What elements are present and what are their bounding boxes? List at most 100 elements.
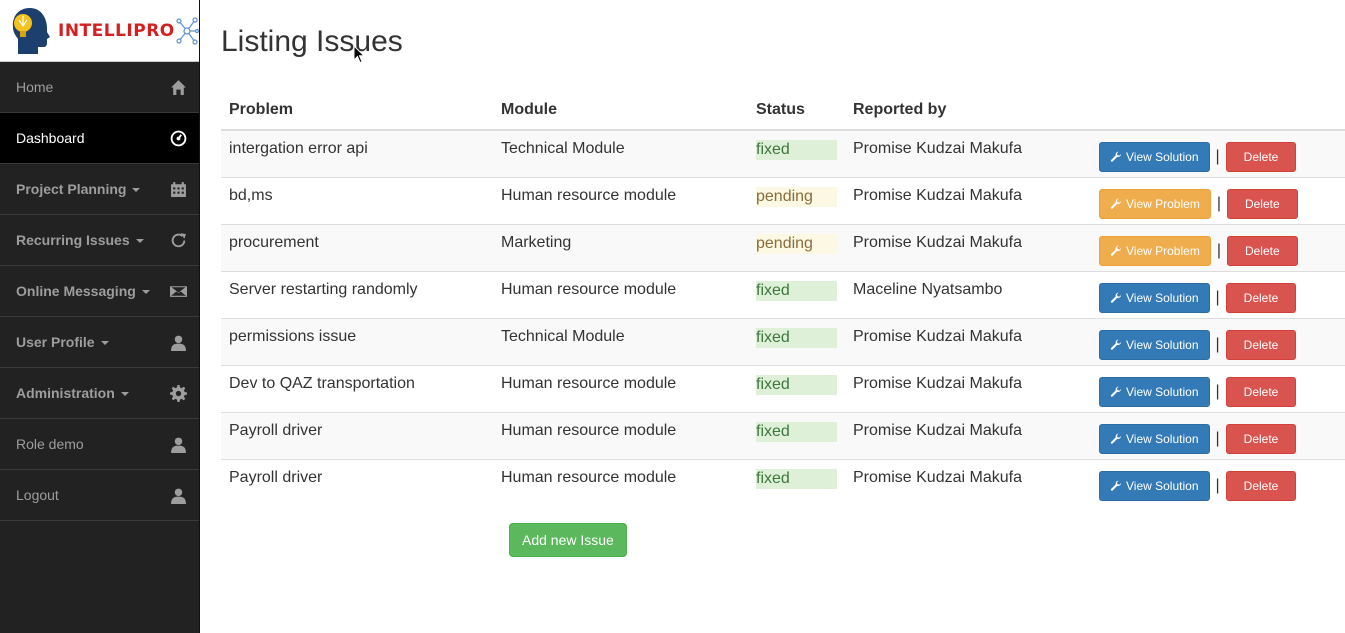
table-row: Payroll driver Human resource module fixed… — [221, 458, 1345, 506]
issues-table-body: intergation error api Technical Module fix… — [221, 129, 1345, 506]
wrench-icon — [1110, 480, 1121, 491]
brand-name: INTELLIPRO — [58, 20, 175, 41]
user-icon — [169, 333, 187, 351]
delete-button[interactable]: Delete — [1225, 283, 1297, 313]
cell-actions: View Solution | Delete — [1091, 364, 1345, 412]
mouse-cursor-icon — [353, 45, 365, 64]
sidebar-item-user-profile[interactable]: User Profile — [0, 317, 199, 368]
view-problem-button[interactable]: View Problem — [1099, 189, 1211, 219]
calendar-icon — [169, 180, 187, 198]
sidebar-item-label: Logout — [16, 487, 59, 503]
cell-status: fixed — [748, 458, 845, 506]
cell-status: pending — [748, 176, 845, 224]
sidebar-item-text: Logout — [16, 487, 59, 503]
row-actions: View Solution | Delete — [1099, 417, 1337, 454]
delete-button[interactable]: Delete — [1225, 424, 1297, 454]
sidebar-item-text: Administration — [16, 385, 115, 401]
cell-reported-by: Promise Kudzai Makufa — [845, 458, 1091, 506]
cell-actions: View Solution | Delete — [1091, 270, 1345, 318]
wrench-icon — [1110, 245, 1121, 256]
sidebar-item-dashboard[interactable]: Dashboard — [0, 113, 199, 164]
caret-down-icon — [135, 239, 144, 244]
cell-status: pending — [748, 223, 845, 271]
cell-reported-by: Promise Kudzai Makufa — [845, 129, 1091, 177]
main-content: Listing Issues Problem Module Status Rep… — [221, 0, 1345, 506]
view-solution-button[interactable]: View Solution — [1099, 424, 1210, 454]
view-solution-button[interactable]: View Solution — [1099, 330, 1210, 360]
add-new-issue-button[interactable]: Add new Issue — [509, 523, 627, 557]
sidebar-item-project-planning[interactable]: Project Planning — [0, 164, 199, 215]
wrench-icon — [1110, 151, 1121, 162]
cell-status: fixed — [748, 317, 845, 365]
sidebar-item-text: Project Planning — [16, 181, 127, 197]
sidebar-item-home[interactable]: Home — [0, 62, 199, 113]
network-icon — [176, 16, 199, 45]
sidebar-item-online-messaging[interactable]: Online Messaging — [0, 266, 199, 317]
wrench-icon — [1110, 198, 1121, 209]
status-badge: fixed — [756, 140, 837, 160]
delete-button[interactable]: Delete — [1226, 189, 1298, 219]
button-label: View Problem — [1126, 244, 1200, 258]
brand-logo[interactable]: INTELLIPRO — [0, 0, 199, 62]
sidebar-item-label: User Profile — [16, 334, 109, 350]
table-header-row: Problem Module Status Reported by — [221, 93, 1345, 131]
button-label: View Solution — [1126, 432, 1199, 446]
sidebar-item-text: Role demo — [16, 436, 84, 452]
table-row: procurement Marketing pending Promise Kudza… — [221, 223, 1345, 271]
cell-problem: Server restarting randomly — [221, 270, 493, 318]
button-label: View Solution — [1126, 291, 1199, 305]
wrench-icon — [1110, 292, 1121, 303]
view-solution-button[interactable]: View Solution — [1099, 471, 1210, 502]
sidebar-item-label: Online Messaging — [16, 283, 150, 299]
table-row: bd,ms Human resource module pending Promise… — [221, 176, 1345, 224]
sidebar-item-text: Recurring Issues — [16, 232, 130, 248]
table-row: Dev to QAZ transportation Human resource … — [221, 364, 1345, 412]
cell-problem: Dev to QAZ transportation — [221, 364, 493, 412]
page-title: Listing Issues — [221, 25, 403, 58]
cell-reported-by: Promise Kudzai Makufa — [845, 317, 1091, 365]
button-label: View Solution — [1126, 479, 1199, 494]
view-solution-button[interactable]: View Solution — [1099, 283, 1210, 313]
sidebar-item-role-demo[interactable]: Role demo — [0, 419, 199, 470]
caret-down-icon — [120, 392, 129, 397]
sidebar-item-recurring-issues[interactable]: Recurring Issues — [0, 215, 199, 266]
row-actions: View Solution | Delete — [1099, 276, 1337, 313]
row-actions: View Solution | Delete — [1099, 135, 1337, 173]
cell-actions: View Problem | Delete — [1091, 176, 1345, 224]
sidebar-item-label: Dashboard — [16, 130, 85, 146]
cell-module: Technical Module — [493, 129, 748, 177]
status-badge: pending — [756, 233, 837, 254]
view-solution-button[interactable]: View Solution — [1099, 377, 1210, 407]
delete-button[interactable]: Delete — [1225, 471, 1297, 502]
cell-actions: View Solution | Delete — [1091, 458, 1345, 506]
view-solution-button[interactable]: View Solution — [1099, 142, 1210, 173]
table-row: Server restarting randomly Human resource… — [221, 270, 1345, 318]
sidebar-item-logout[interactable]: Logout — [0, 470, 199, 521]
sidebar-item-text: Dashboard — [16, 130, 85, 146]
column-header-reported-by: Reported by — [845, 93, 1091, 131]
caret-down-icon — [100, 341, 109, 346]
sidebar-nav: Home Dashboard Project Planning Recurring I… — [0, 62, 199, 521]
column-header-problem: Problem — [221, 93, 493, 131]
sidebar-item-label: Project Planning — [16, 181, 141, 197]
cell-actions: View Solution | Delete — [1091, 411, 1345, 459]
view-problem-button[interactable]: View Problem — [1099, 236, 1211, 266]
delete-button[interactable]: Delete — [1225, 377, 1297, 407]
delete-button[interactable]: Delete — [1226, 236, 1298, 266]
row-actions: View Solution | Delete — [1099, 323, 1337, 360]
action-separator: | — [1215, 383, 1220, 400]
delete-button[interactable]: Delete — [1225, 142, 1297, 173]
column-header-status: Status — [748, 93, 845, 131]
caret-down-icon — [141, 290, 150, 295]
delete-button[interactable]: Delete — [1225, 330, 1297, 360]
wrench-icon — [1110, 339, 1121, 350]
cell-problem: procurement — [221, 223, 493, 271]
cell-module: Human resource module — [493, 176, 748, 224]
sidebar-item-administration[interactable]: Administration — [0, 368, 199, 419]
cell-module: Human resource module — [493, 458, 748, 506]
refresh-icon — [169, 231, 187, 249]
cell-actions: View Problem | Delete — [1091, 223, 1345, 271]
wrench-icon — [1110, 386, 1121, 397]
action-separator: | — [1215, 289, 1220, 306]
column-header-module: Module — [493, 93, 748, 131]
